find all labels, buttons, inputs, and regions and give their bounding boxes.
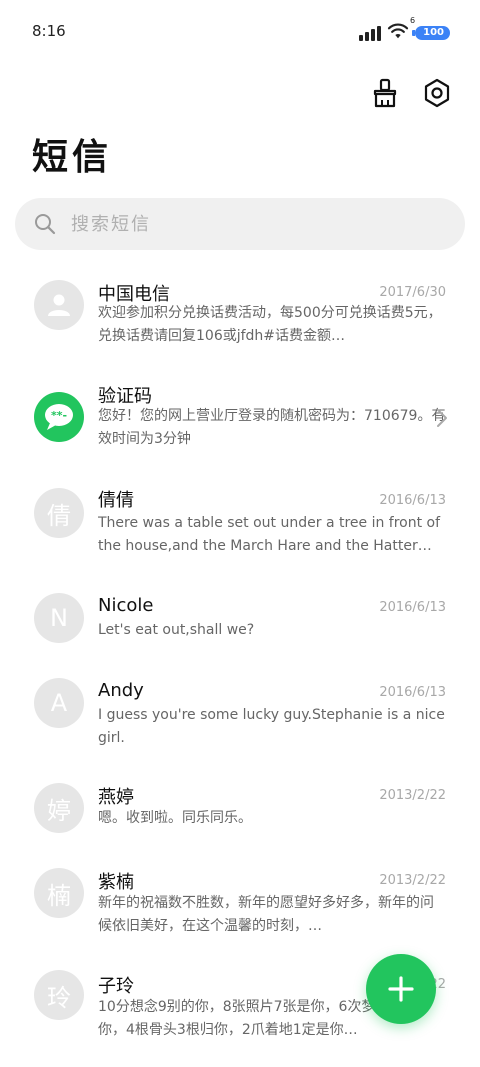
settings-button[interactable] <box>420 76 454 110</box>
avatar: N <box>34 593 84 643</box>
message-preview: 新年的祝福数不胜数，新年的愿望好多好多，新年的问候依旧美好，在这个温馨的时刻，… <box>98 895 434 934</box>
contact-name: 倩倩 <box>98 490 134 511</box>
contact-name: Andy <box>98 680 144 701</box>
list-item[interactable]: 中国电信 2017/6/30 欢迎参加积分兑换话费活动，每500分可兑换话费5元… <box>0 268 480 368</box>
message-date: 2017/6/30 <box>379 285 446 300</box>
avatar: A <box>34 678 84 728</box>
new-message-button[interactable] <box>366 954 436 1024</box>
page-title: 短信 <box>32 137 113 178</box>
message-date: 2016/6/13 <box>379 493 446 508</box>
list-item[interactable]: 倩 倩倩 2016/6/13 There was a table set out… <box>0 488 480 578</box>
message-preview: There was a table set out under a tree i… <box>98 515 441 554</box>
search-icon <box>35 214 56 235</box>
status-bar: 8:16 6 100 <box>0 0 480 64</box>
message-preview: 欢迎参加积分兑换话费活动，每500分可兑换话费5元，兑换话费请回复106或jfd… <box>98 305 442 344</box>
chevron-right-icon <box>437 409 447 427</box>
avatar: 楠 <box>34 868 84 918</box>
clean-button[interactable] <box>368 76 402 110</box>
avatar: 倩 <box>34 488 84 538</box>
message-preview: 您好！您的网上营业厅登录的随机密码为：710679。有效时间为3分钟 <box>98 408 446 447</box>
search-input[interactable] <box>69 212 433 236</box>
chat-bubble-icon: **- <box>45 404 73 430</box>
avatar: 玲 <box>34 970 84 1020</box>
broom-icon <box>373 78 397 108</box>
contact-name: 燕婷 <box>98 787 134 808</box>
message-date: 2013/2/22 <box>379 873 446 888</box>
list-item[interactable]: N Nicole 2016/6/13 Let's eat out,shall w… <box>0 593 480 663</box>
avatar <box>34 280 84 330</box>
messages-screen: 8:16 6 100 短信 搜索短信 中国电信 2017/6/30 欢迎参加积分… <box>0 0 480 1067</box>
list-item[interactable]: 婷 燕婷 2013/2/22 嗯。收到啦。同乐同乐。 <box>0 783 480 853</box>
wifi-icon <box>388 23 409 39</box>
status-icons: 6 100 <box>359 16 450 44</box>
wifi-indicator: 6 <box>387 16 415 44</box>
avatar: **- <box>34 392 84 442</box>
message-preview: Let's eat out,shall we? <box>98 622 255 638</box>
battery-icon: 100 <box>412 26 450 40</box>
contact-name: Nicole <box>98 595 154 616</box>
svg-text:**-: **- <box>51 409 67 422</box>
message-date: 2016/6/13 <box>379 685 446 700</box>
avatar: 婷 <box>34 783 84 833</box>
list-item[interactable]: **- 验证码 您好！您的网上营业厅登录的随机密码为：710679。有效时间为3… <box>0 378 480 468</box>
contact-name: 子玲 <box>98 976 134 997</box>
contact-name: 紫楠 <box>98 872 134 893</box>
search-bar[interactable] <box>15 198 465 250</box>
message-preview: I guess you're some lucky guy.Stephanie … <box>98 707 445 746</box>
top-actions <box>368 76 454 110</box>
plus-icon <box>388 976 414 1002</box>
message-preview: 嗯。收到啦。同乐同乐。 <box>98 810 252 826</box>
hex-settings-icon <box>424 78 450 108</box>
message-date: 2016/6/13 <box>379 600 446 615</box>
signal-icon <box>359 25 382 41</box>
message-date: 2013/2/22 <box>379 788 446 803</box>
list-item[interactable]: A Andy 2016/6/13 I guess you're some luc… <box>0 678 480 768</box>
list-item[interactable]: 楠 紫楠 2013/2/22 新年的祝福数不胜数，新年的愿望好多好多，新年的问候… <box>0 868 480 958</box>
wifi-badge: 6 <box>410 16 416 25</box>
status-time: 8:16 <box>32 22 66 40</box>
person-icon <box>48 294 70 316</box>
